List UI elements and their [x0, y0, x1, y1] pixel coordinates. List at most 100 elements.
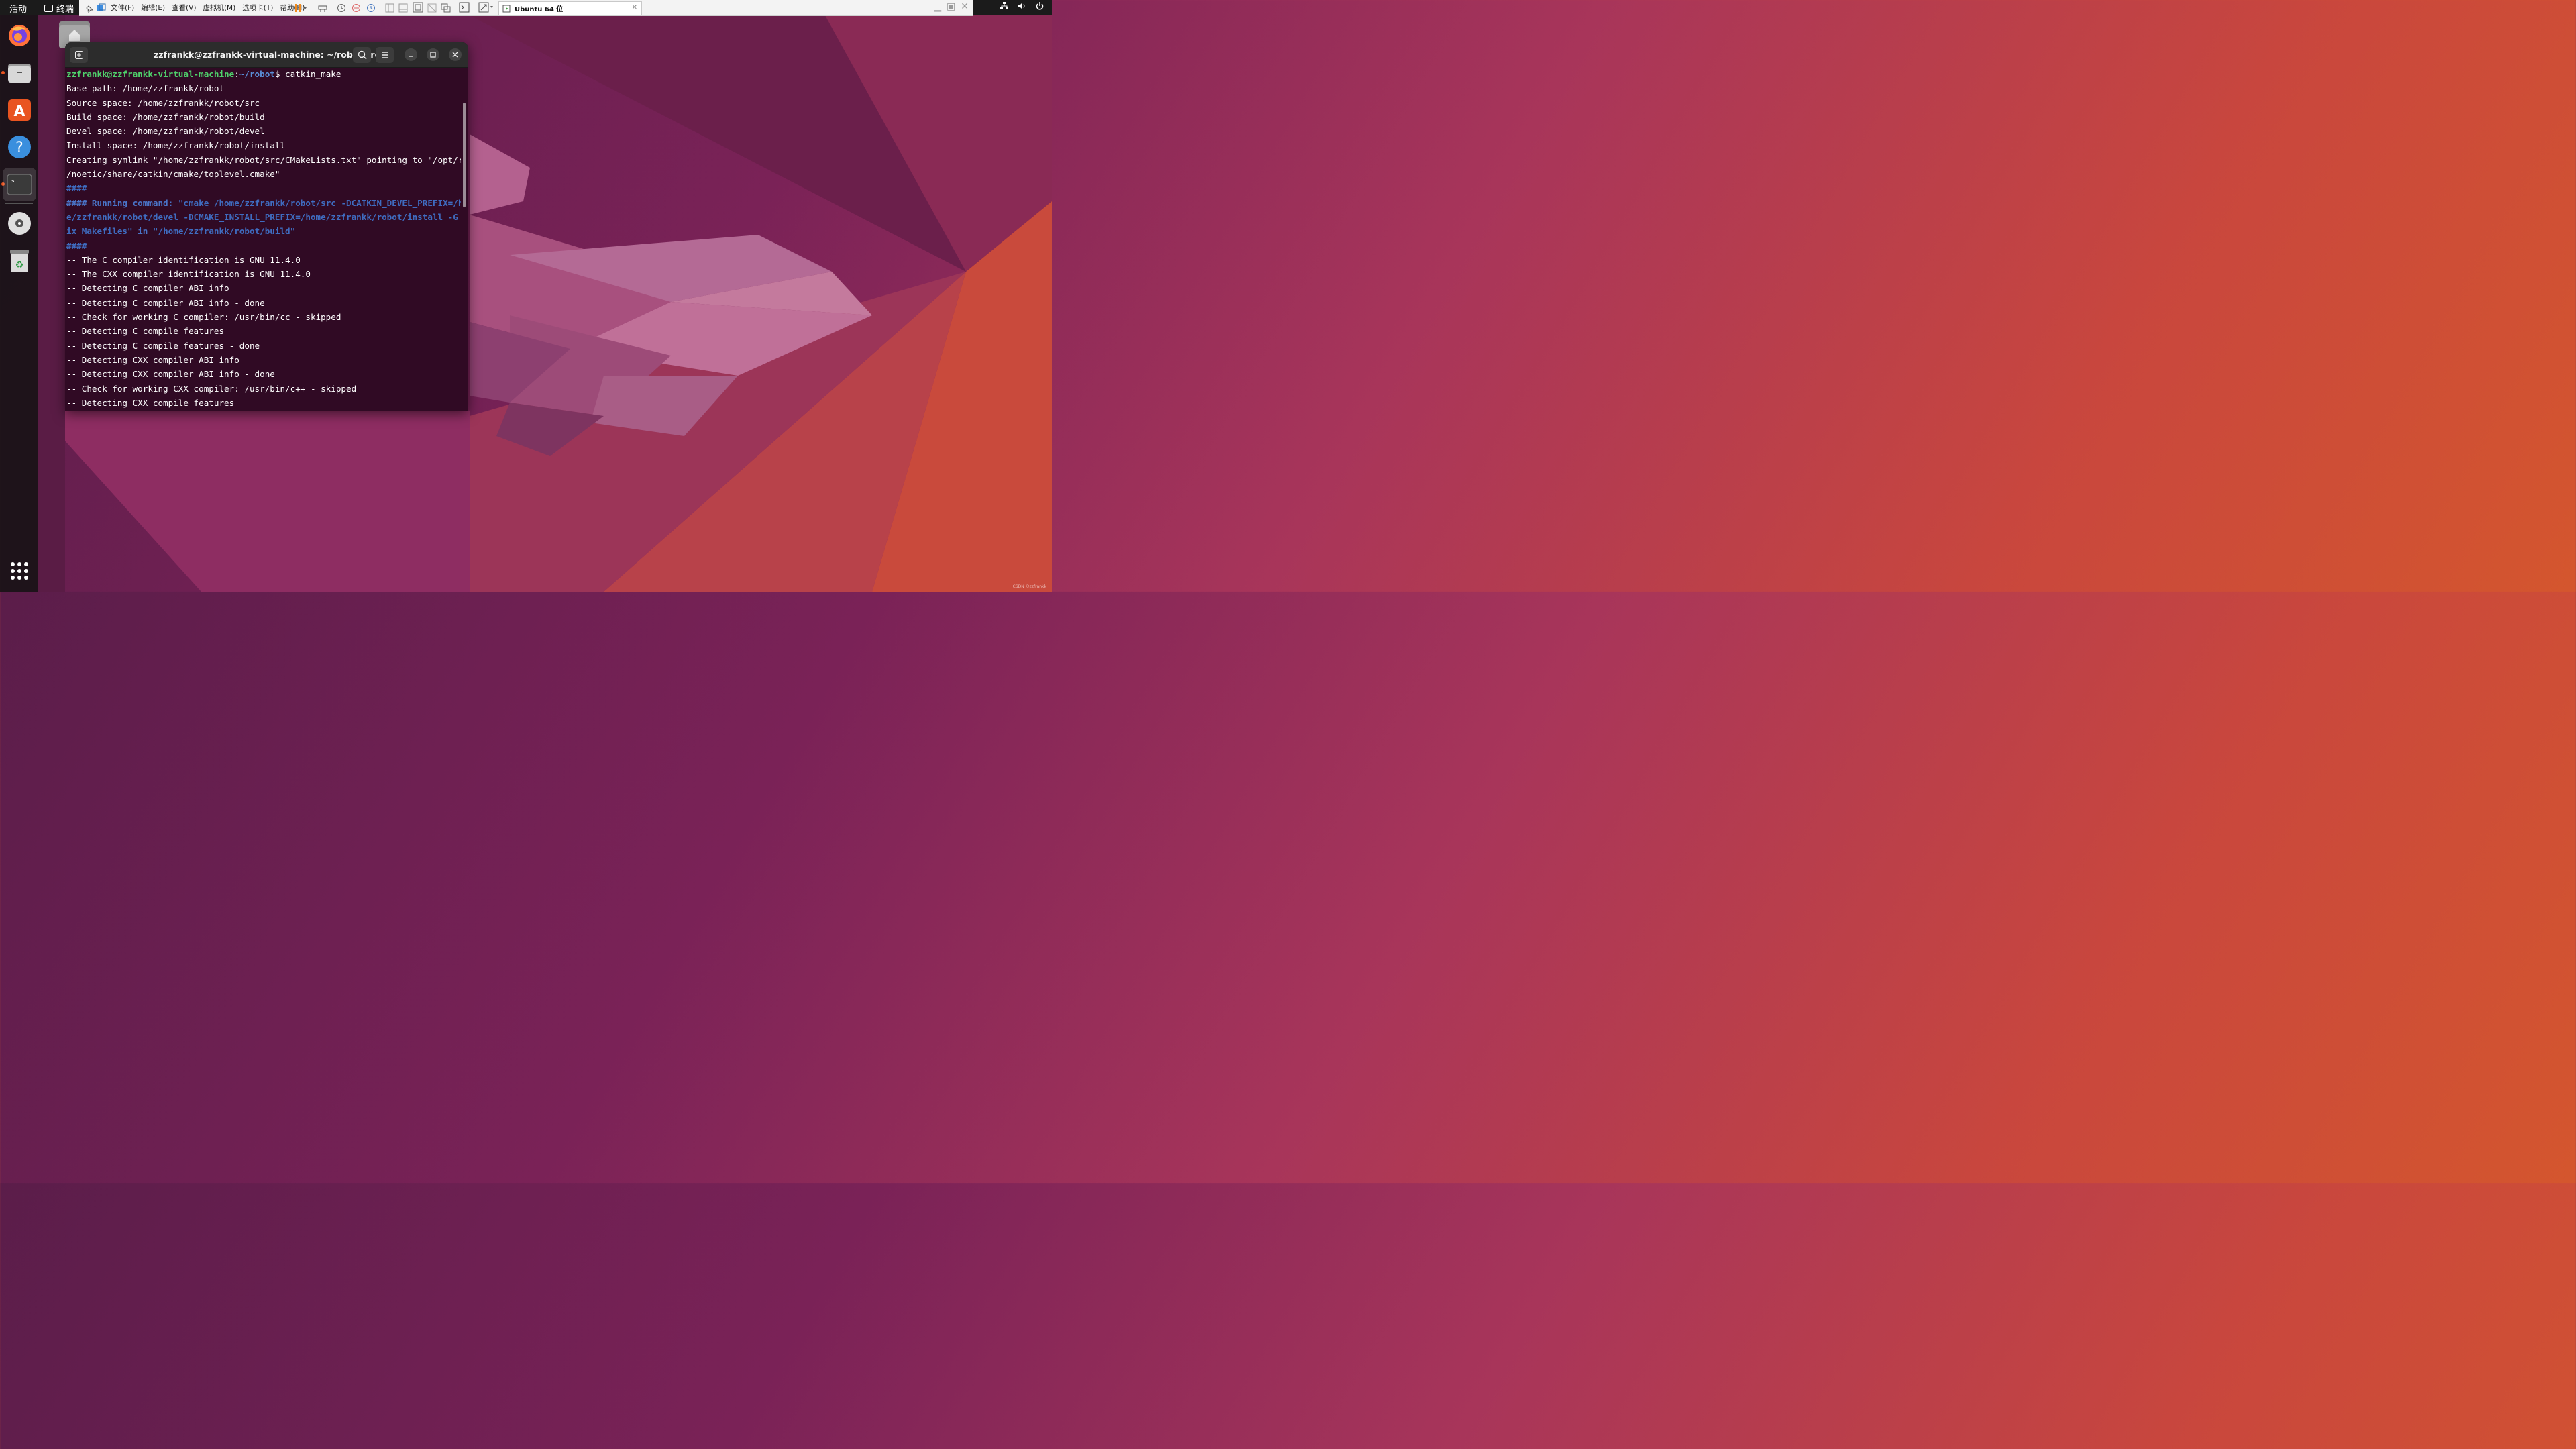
vm-tab-close-icon[interactable]: ✕ [632, 4, 637, 11]
fullscreen-icon[interactable] [413, 2, 423, 15]
terminal-output[interactable]: zzfrankk@zzfrankk-virtual-machine:~/robo… [66, 67, 461, 411]
svg-text:A: A [13, 103, 25, 120]
output-line: -- Detecting CXX compiler ABI info [66, 354, 239, 365]
dock-help[interactable]: ? [5, 133, 33, 160]
output-line: -- Check for working C compiler: /usr/bi… [66, 312, 341, 323]
output-line: #### [66, 240, 87, 251]
output-line: -- Detecting C compiler ABI info - done [66, 297, 265, 308]
output-line: -- Check for working CXX compiler: /usr/… [66, 383, 357, 394]
prompt-line: zzfrankk@zzfrankk-virtual-machine:~/robo… [66, 67, 461, 81]
files-icon [7, 63, 31, 83]
menu-view[interactable]: 查看(V) [168, 3, 199, 13]
network-icon [1000, 2, 1008, 9]
output-line: -- Detecting CXX compiler ABI info - don… [66, 369, 275, 380]
multi-monitor-icon[interactable] [441, 3, 451, 15]
svg-text:?: ? [15, 140, 23, 156]
console-view-icon[interactable] [459, 2, 470, 15]
svg-text:♻: ♻ [15, 260, 23, 270]
vm-minimize-icon[interactable]: ▁ [934, 1, 941, 12]
running-indicator [1, 71, 5, 74]
search-icon [358, 50, 366, 60]
vm-library-icon[interactable] [97, 3, 106, 11]
app-name-label: 终端 [56, 5, 74, 15]
output-line: -- Detecting CXX compile features [66, 397, 235, 408]
terminal-window[interactable]: zzfrankk@zzfrankk-virtual-machine: ~/rob… [65, 42, 468, 411]
trash-icon: ♻ [9, 249, 29, 272]
dock-files[interactable] [5, 58, 33, 86]
top-bar: 活动 终端 文件(F) 编辑(E) 查看(V) 虚拟机(M) 选项卡(T) 帮助… [0, 0, 1052, 16]
watermark: CSDN @zzfrankk [1012, 584, 1046, 589]
unity-icon[interactable] [427, 3, 437, 15]
output-line: -- Detecting C compile features - done [66, 340, 260, 351]
dvd-icon [7, 211, 31, 235]
minimize-icon [409, 56, 413, 57]
vm-running-icon [502, 5, 511, 12]
output-line: Build space: /home/zzfrankk/robot/build [66, 111, 265, 122]
menu-file[interactable]: 文件(F) [107, 3, 138, 13]
output-line: -- Detecting C compiler ABI info [66, 283, 229, 294]
activities-button[interactable]: 活动 [9, 2, 27, 15]
menu-tabs[interactable]: 选项卡(T) [239, 3, 276, 13]
prompt-separator: : [234, 69, 239, 79]
close-button[interactable] [449, 48, 462, 61]
dock-separator [5, 203, 33, 204]
thumbnail-bar-icon[interactable] [398, 3, 408, 15]
dock-dvd[interactable] [5, 209, 33, 237]
running-command: "cmake /home/zzfrankk/robot/src -DCATKIN… [178, 197, 461, 208]
dock-trash[interactable]: ♻ [5, 247, 33, 274]
terminal-scrollbar[interactable] [463, 103, 466, 207]
pin-icon[interactable] [85, 3, 94, 13]
dock-terminal[interactable]: >_ [3, 168, 36, 201]
snapshot-icon[interactable] [337, 3, 346, 15]
firefox-icon [8, 24, 30, 46]
output-line: Install space: /home/zzfrankk/robot/inst… [66, 140, 286, 151]
output-line: Devel space: /home/zzfrankk/robot/devel [66, 126, 265, 137]
sidebar-toggle-icon[interactable] [385, 3, 394, 15]
maximize-button[interactable] [427, 48, 439, 61]
dock-firefox[interactable] [5, 21, 33, 48]
output-line: Creating symlink "/home/zzfrankk/robot/s… [66, 154, 461, 165]
output-line: #### Running command: "cmake /home/zzfra… [66, 196, 461, 210]
running-prefix: #### Running command: [66, 197, 178, 208]
minimize-button[interactable] [405, 48, 417, 61]
send-keys-icon[interactable] [318, 3, 327, 15]
terminal-header-bar[interactable]: zzfrankk@zzfrankk-virtual-machine: ~/rob… [65, 42, 468, 68]
output-line: -- Detecting C compile features [66, 326, 225, 337]
volume-icon [1018, 3, 1025, 9]
vm-restore-icon[interactable]: ▣ [947, 1, 955, 12]
running-in: in [132, 226, 153, 237]
terminal-icon [44, 5, 53, 12]
prompt-path: ~/robot [239, 69, 275, 79]
power-icon [1036, 2, 1044, 10]
vm-menu-bar: 文件(F) 编辑(E) 查看(V) 虚拟机(M) 选项卡(T) 帮助(H) [107, 3, 308, 13]
help-icon: ? [7, 135, 31, 158]
close-icon [452, 52, 458, 58]
prompt-user: zzfrankk@zzfrankk-virtual-machine [66, 69, 235, 79]
pause-icon[interactable] [294, 3, 309, 15]
output-line: Base path: /home/zzfrankk/robot [66, 83, 225, 94]
stretch-view-icon[interactable] [478, 2, 496, 15]
vm-close-icon[interactable]: ✕ [961, 1, 969, 12]
maximize-icon [430, 52, 436, 58]
app-menu[interactable]: 终端 [44, 2, 74, 15]
snapshot-manager-icon[interactable] [366, 3, 376, 15]
output-line: -- The C compiler identification is GNU … [66, 254, 301, 265]
output-line: Source space: /home/zzfrankk/robot/src [66, 97, 260, 108]
show-apps-icon[interactable] [11, 562, 28, 580]
vm-tab-ubuntu[interactable]: Ubuntu 64 位 ✕ [498, 1, 642, 15]
menu-button[interactable] [376, 47, 394, 63]
app-center-icon: A [7, 99, 31, 121]
system-tray[interactable] [1000, 2, 1044, 10]
search-button[interactable] [353, 47, 371, 63]
running-build-dir: "/home/zzfrankk/robot/build" [152, 226, 296, 237]
dock: A ? >_ ♻ [0, 15, 38, 592]
running-command-end: ix Makefiles" [66, 226, 133, 237]
menu-vm[interactable]: 虚拟机(M) [199, 3, 239, 13]
output-line: e/zzfrankk/robot/devel -DCMAKE_INSTALL_P… [66, 211, 461, 222]
menu-edit[interactable]: 编辑(E) [138, 3, 168, 13]
vmware-toolbar: 文件(F) 编辑(E) 查看(V) 虚拟机(M) 选项卡(T) 帮助(H) Ub… [79, 0, 973, 16]
revert-snapshot-icon[interactable] [352, 3, 361, 15]
output-line: /noetic/share/catkin/cmake/toplevel.cmak… [66, 169, 280, 180]
dock-app-center[interactable]: A [5, 95, 33, 123]
terminal-icon: >_ [7, 174, 32, 195]
